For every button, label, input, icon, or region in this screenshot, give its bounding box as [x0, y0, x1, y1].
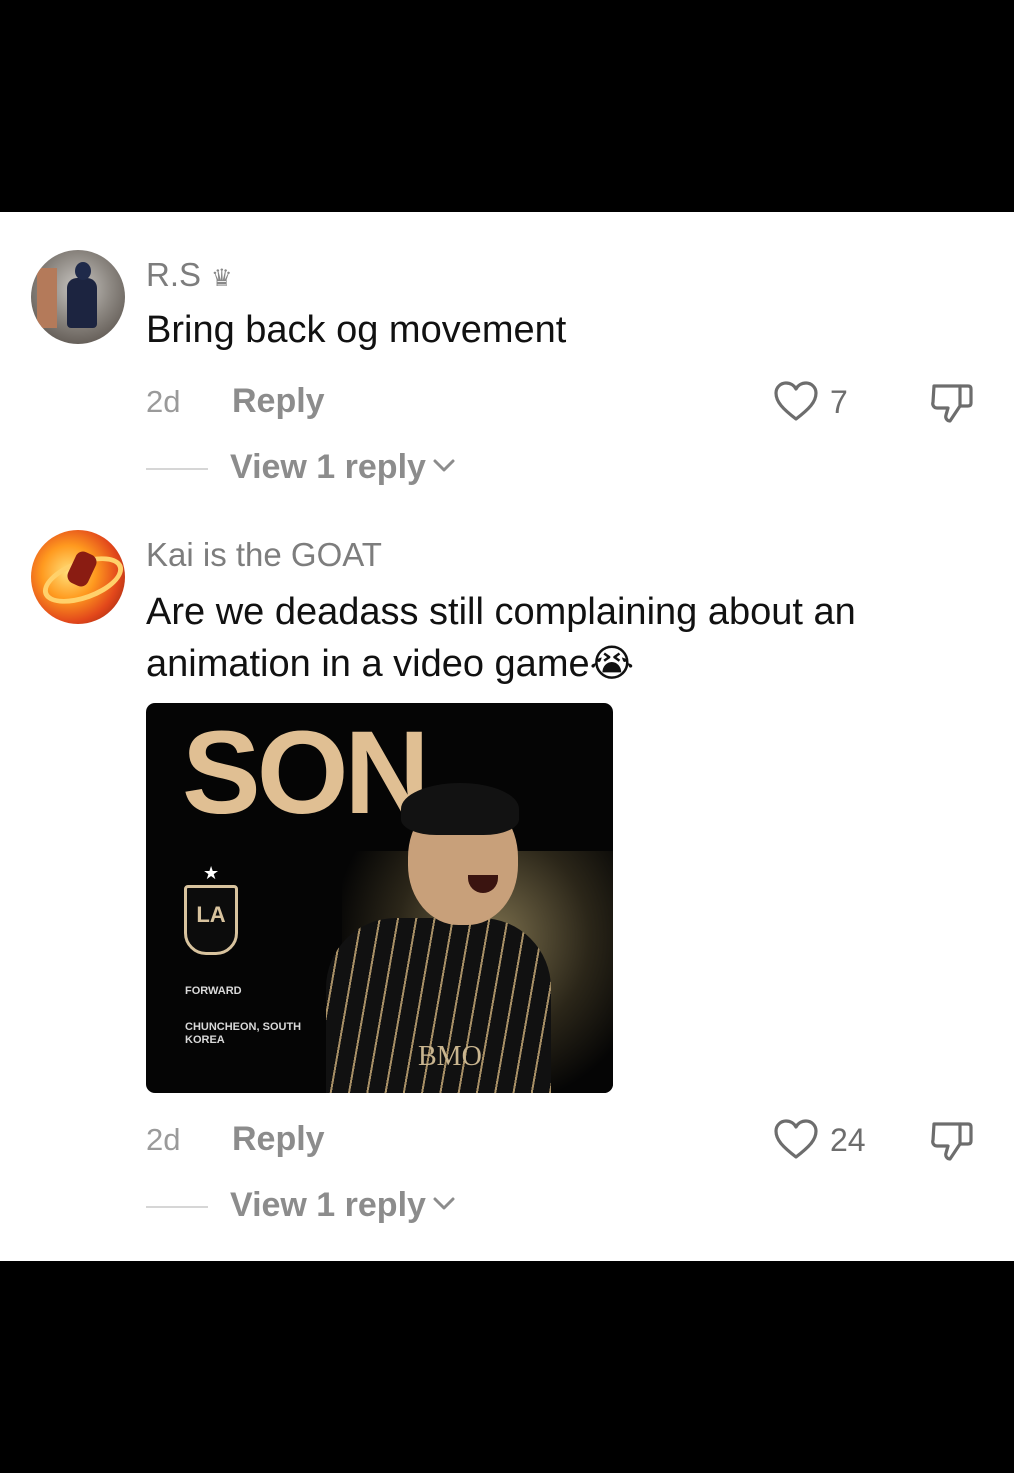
avatar-background	[37, 268, 57, 328]
reply-button[interactable]: Reply	[232, 1120, 325, 1159]
divider	[146, 1206, 208, 1208]
player-origin: CHUNCHEON, SOUTH KOREA	[185, 1021, 302, 1046]
comment-actions: 2d Reply 24	[0, 1114, 1014, 1164]
avatar[interactable]	[31, 530, 125, 624]
star-icon: ★	[203, 863, 220, 883]
top-letterbox	[0, 0, 1014, 212]
username[interactable]: Kai is the GOAT	[146, 536, 382, 574]
image-title: SON	[182, 707, 430, 839]
view-replies-row[interactable]: View 1 reply	[0, 444, 1014, 494]
avatar-figure-head	[75, 262, 91, 280]
username[interactable]: R.S ♛	[146, 256, 233, 294]
avatar-figure	[67, 278, 97, 328]
bottom-letterbox	[0, 1261, 1014, 1473]
view-replies-row[interactable]: View 1 reply	[0, 1182, 1014, 1232]
chevron-down-icon[interactable]	[432, 458, 456, 474]
comment-image-attachment[interactable]: SON BMO ★ LA FORWARD CHUNCHEON, SOUTH KO…	[146, 703, 613, 1093]
heart-outline-icon[interactable]	[773, 380, 819, 422]
like-count: 24	[830, 1122, 866, 1158]
like-count: 7	[830, 384, 848, 420]
comment-actions: 2d Reply 7	[0, 376, 1014, 426]
view-replies-button[interactable]: View 1 reply	[230, 448, 426, 487]
thumbs-down-icon[interactable]	[928, 1118, 974, 1162]
divider	[146, 468, 208, 470]
crest-lettering: LA	[196, 902, 226, 927]
comments-panel: R.S ♛ Bring back og movement 2d Reply 7 V…	[0, 212, 1014, 1261]
username-text[interactable]: R.S	[146, 256, 201, 293]
view-replies-button[interactable]: View 1 reply	[230, 1186, 426, 1225]
sponsor-logo: BMO	[418, 1041, 482, 1072]
reply-button[interactable]: Reply	[232, 382, 325, 421]
comment-text: Bring back og movement	[146, 309, 567, 351]
club-crest-logo: LA	[184, 885, 238, 955]
heart-outline-icon[interactable]	[773, 1118, 819, 1160]
comment-text: Are we deadass still complaining about a…	[146, 591, 856, 685]
avatar[interactable]	[31, 250, 125, 344]
player-hair	[401, 783, 519, 835]
chevron-down-icon[interactable]	[432, 1196, 456, 1212]
player-position: FORWARD	[185, 985, 242, 997]
crown-icon: ♛	[211, 265, 233, 292]
comment-timestamp: 2d	[146, 1122, 181, 1157]
thumbs-down-icon[interactable]	[928, 380, 974, 424]
comment-timestamp: 2d	[146, 384, 181, 419]
